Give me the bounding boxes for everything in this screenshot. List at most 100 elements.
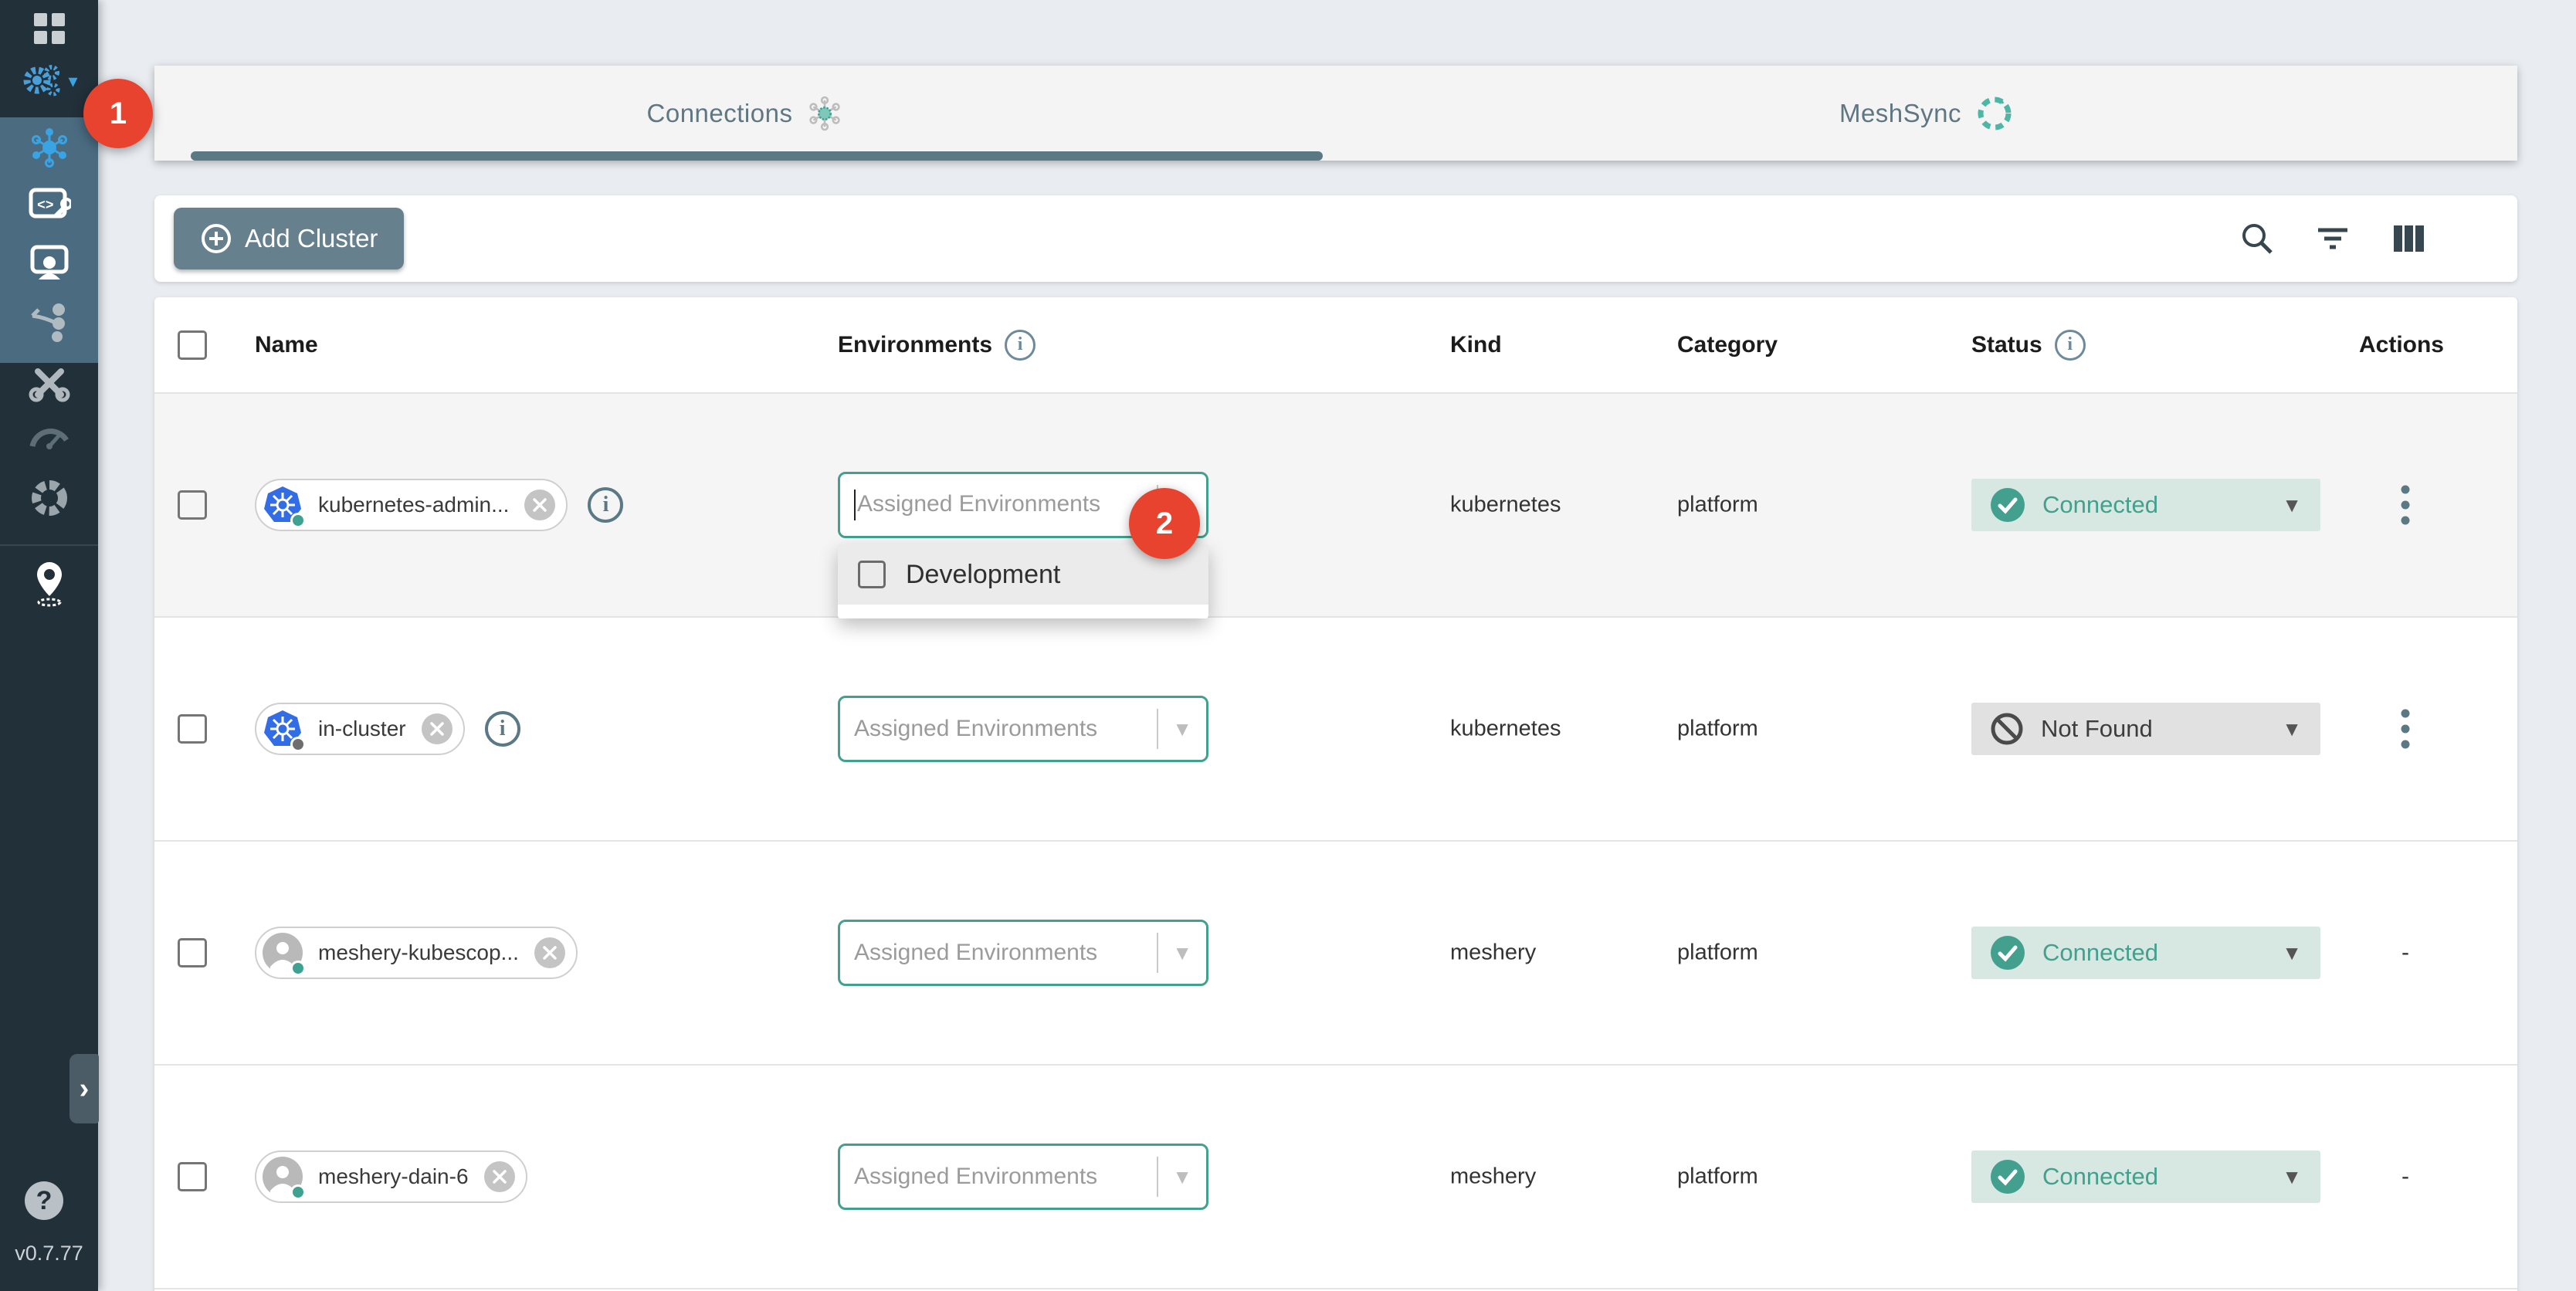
- row-actions-menu[interactable]: [2397, 705, 2415, 754]
- row-checkbox[interactable]: [178, 714, 207, 744]
- connections-mesh-icon: [806, 95, 843, 132]
- annotation-step-2-number: 2: [1156, 507, 1173, 541]
- status-select[interactable]: Connected ▼: [1971, 927, 2320, 979]
- sidebar-item-adapters-icon[interactable]: <>: [0, 184, 98, 227]
- connection-status-dot: [290, 961, 306, 976]
- sidebar-item-location-pin-icon[interactable]: [0, 560, 98, 609]
- kind-cell: meshery: [1450, 940, 1536, 966]
- category-cell: platform: [1677, 940, 1758, 966]
- connection-name-chip[interactable]: meshery-dain-6: [255, 1150, 527, 1203]
- kind-cell: meshery: [1450, 1164, 1536, 1190]
- annotation-step-1-number: 1: [110, 97, 127, 131]
- connection-name: meshery-kubescop...: [318, 940, 519, 965]
- sidebar-expand-button[interactable]: ›: [69, 1054, 99, 1123]
- row-checkbox[interactable]: [178, 938, 207, 967]
- category-cell: platform: [1677, 717, 1758, 742]
- environments-select[interactable]: Assigned Environments ▼: [838, 1144, 1208, 1210]
- header-kind: Kind: [1450, 332, 1502, 358]
- sidebar-divider: [0, 544, 98, 546]
- row-checkbox[interactable]: [178, 490, 207, 520]
- connection-status-dot: [290, 737, 306, 752]
- annotation-step-1: 1: [83, 79, 153, 148]
- option-checkbox[interactable]: [858, 561, 886, 588]
- chevron-down-icon[interactable]: ▼: [1172, 717, 1192, 741]
- view-columns-icon[interactable]: [2391, 221, 2426, 256]
- svg-text:<>: <>: [37, 198, 54, 214]
- status-select[interactable]: Connected ▼: [1971, 1150, 2320, 1203]
- sidebar-item-extensions-icon[interactable]: [0, 475, 98, 521]
- table-header: Name Environments i Kind Category Status…: [154, 297, 2517, 394]
- not-found-icon: [1990, 712, 2024, 746]
- add-cluster-label: Add Cluster: [245, 224, 378, 253]
- row-actions-menu[interactable]: [2397, 481, 2415, 530]
- help-button[interactable]: ?: [25, 1181, 63, 1220]
- chevron-down-icon: ▼: [2282, 493, 2302, 517]
- annotation-step-2: 2: [1129, 488, 1200, 559]
- connected-check-icon: [1990, 1159, 2025, 1194]
- filter-icon[interactable]: [2315, 221, 2351, 256]
- no-actions-dash: -: [2401, 1164, 2409, 1189]
- search-icon[interactable]: [2239, 221, 2275, 256]
- status-label: Connected: [2042, 1163, 2265, 1191]
- meshsync-spinner-icon: [1975, 94, 2014, 133]
- connection-name-chip[interactable]: in-cluster: [255, 703, 465, 755]
- connection-status-dot: [290, 1184, 306, 1200]
- connection-status-dot: [290, 513, 306, 528]
- no-actions-dash: -: [2401, 940, 2409, 965]
- connection-info-icon[interactable]: i: [485, 711, 520, 747]
- chevron-down-icon: ▾: [68, 70, 77, 93]
- row-checkbox[interactable]: [178, 1162, 207, 1191]
- status-label: Not Found: [2041, 715, 2265, 743]
- connection-name-chip[interactable]: meshery-kubescop...: [255, 927, 578, 979]
- header-category: Category: [1677, 332, 1778, 358]
- sidebar-item-connections[interactable]: [0, 126, 98, 169]
- chevron-down-icon[interactable]: ▼: [1172, 941, 1192, 965]
- select-all-checkbox[interactable]: [178, 330, 207, 360]
- info-icon[interactable]: i: [2055, 330, 2086, 361]
- sidebar: ▾ <> › ?: [0, 0, 98, 1291]
- header-status-label: Status: [1971, 332, 2042, 358]
- sidebar-item-workspace-icon[interactable]: [0, 242, 98, 285]
- connection-name: kubernetes-admin...: [318, 493, 509, 517]
- delete-connection-icon[interactable]: [524, 490, 555, 520]
- environments-placeholder: Assigned Environments: [854, 716, 1151, 742]
- active-tab-indicator: [191, 151, 1323, 161]
- question-icon: ?: [36, 1186, 53, 1216]
- connection-name-chip[interactable]: kubernetes-admin...: [255, 479, 568, 531]
- header-environments: Environments i: [838, 330, 1035, 361]
- delete-connection-icon[interactable]: [422, 713, 452, 744]
- sidebar-item-performance-icon[interactable]: [0, 413, 98, 456]
- person-avatar-icon: [263, 1157, 303, 1197]
- option-label: Development: [906, 560, 1060, 590]
- delete-connection-icon[interactable]: [534, 937, 565, 968]
- table-row: meshery-dain-6 Assigned Environments ▼ m…: [154, 1066, 2517, 1289]
- connections-table: Name Environments i Kind Category Status…: [154, 297, 2517, 1291]
- info-icon[interactable]: i: [1005, 330, 1035, 361]
- sidebar-item-configuration-icon[interactable]: [0, 361, 98, 405]
- table-row: kubernetes-admin... i Assigned Environme…: [154, 394, 2517, 618]
- toolbar-icons: [2239, 195, 2426, 282]
- connection-info-icon[interactable]: i: [588, 487, 623, 523]
- connection-name: in-cluster: [318, 717, 406, 741]
- status-select[interactable]: Connected ▼: [1971, 479, 2320, 531]
- environments-placeholder: Assigned Environments: [857, 491, 1100, 517]
- table-row: meshery-kubescop... Assigned Environment…: [154, 842, 2517, 1066]
- lifecycle-gear-icon[interactable]: ▾: [0, 62, 98, 100]
- tabs-bar: Connections MeshSync: [154, 66, 2517, 161]
- environments-placeholder: Assigned Environments: [854, 1164, 1151, 1190]
- add-cluster-button[interactable]: Add Cluster: [174, 208, 404, 269]
- environments-placeholder: Assigned Environments: [854, 940, 1151, 966]
- dashboard-icon[interactable]: [0, 11, 98, 46]
- status-select[interactable]: Not Found ▼: [1971, 703, 2320, 755]
- delete-connection-icon[interactable]: [484, 1161, 515, 1192]
- connection-name: meshery-dain-6: [318, 1164, 469, 1189]
- environments-select[interactable]: Assigned Environments ▼: [838, 696, 1208, 762]
- tab-connections[interactable]: Connections: [154, 66, 1336, 161]
- status-label: Connected: [2042, 939, 2265, 967]
- environments-select[interactable]: Assigned Environments ▼: [838, 920, 1208, 986]
- sidebar-item-pipeline-icon[interactable]: [0, 300, 98, 343]
- chevron-down-icon[interactable]: ▼: [1172, 1165, 1192, 1189]
- kind-cell: kubernetes: [1450, 717, 1561, 742]
- tab-meshsync[interactable]: MeshSync: [1336, 66, 2517, 161]
- person-avatar-icon: [263, 933, 303, 973]
